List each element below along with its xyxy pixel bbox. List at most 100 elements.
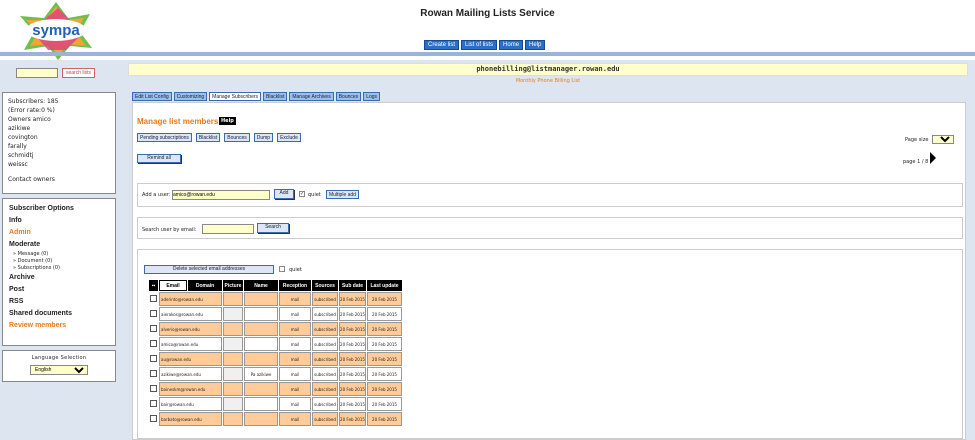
menu-archive[interactable]: Archive	[9, 272, 109, 284]
column-sub-date[interactable]: Sub date	[339, 280, 366, 291]
multiple-add-button[interactable]: Multiple add	[326, 190, 359, 199]
page-size-control: Page size 25	[905, 135, 955, 144]
moderate-message[interactable]: » Message (0)	[9, 251, 109, 258]
search-user-input[interactable]	[202, 224, 254, 234]
row-checkbox[interactable]	[150, 295, 157, 302]
help-badge[interactable]: Help	[219, 117, 236, 125]
row-checkbox[interactable]	[150, 400, 157, 407]
row-email[interactable]: barbato@rowan.edu	[159, 412, 222, 426]
row-checkbox[interactable]	[150, 325, 157, 332]
row-checkbox[interactable]	[150, 370, 157, 377]
row-email[interactable]: aderinto@rowan.edu	[159, 292, 222, 306]
blacklist-button[interactable]: Blacklist	[195, 133, 221, 142]
search-lists-button[interactable]: search lists	[62, 68, 96, 78]
row-email[interactable]: bair@rowan.edu	[159, 397, 222, 411]
row-email[interactable]: aierakos@rowan.edu	[159, 307, 222, 321]
tab-logs[interactable]: Logs	[363, 92, 381, 101]
menu-admin[interactable]: Admin	[9, 227, 109, 239]
header: sympa Rowan Mailing Lists Service Create…	[0, 0, 975, 60]
row-name	[244, 307, 278, 321]
menu-shared-documents[interactable]: Shared documents	[9, 308, 109, 320]
row-last-update: 20 Feb 2015	[367, 352, 402, 366]
column-name[interactable]: Name	[244, 280, 278, 291]
table-row: bair@rowan.edu mail subscribed 20 Feb 2015 2…	[149, 397, 402, 411]
tab-manage-archives[interactable]: Manage Archives	[289, 92, 334, 101]
search-lists-input[interactable]	[16, 68, 58, 78]
row-checkbox[interactable]	[150, 385, 157, 392]
column-domain[interactable]: Domain	[188, 280, 222, 291]
row-email[interactable]: baineskm@rowan.edu	[159, 382, 222, 396]
table-row: aderinto@rowan.edu mail subscribed 20 Feb 2…	[149, 292, 402, 306]
column-last-update[interactable]: Last update	[367, 280, 402, 291]
list-of-lists-button[interactable]: List of lists	[461, 40, 498, 50]
home-button[interactable]: Home	[499, 40, 524, 50]
create-list-button[interactable]: Create list	[424, 40, 460, 50]
row-email[interactable]: alverio@rowan.edu	[159, 322, 222, 336]
row-checkbox[interactable]	[150, 310, 157, 317]
tab-edit-list-config[interactable]: Edit List Config	[132, 92, 172, 101]
add-user-button[interactable]: Add	[274, 189, 294, 199]
select-all-header[interactable]: ▪▪	[149, 280, 158, 291]
pagination: page 1 / 8	[903, 152, 937, 165]
row-reception: mail	[279, 397, 311, 411]
pending-subscriptions-button[interactable]: Pending subscriptions	[137, 133, 192, 142]
exclude-button[interactable]: Exclude	[277, 133, 301, 142]
tab-blacklist[interactable]: Blacklist	[263, 92, 288, 101]
row-last-update: 20 Feb 2015	[367, 337, 402, 351]
delete-selected-button[interactable]: Delete selected email addresses	[144, 265, 274, 274]
next-page-icon[interactable]	[930, 152, 937, 164]
table-row: azikiwe@rowan.edu Pa azikiwe mail subscribe…	[149, 367, 402, 381]
row-email[interactable]: azikiwe@rowan.edu	[159, 367, 222, 381]
add-user-input[interactable]	[172, 190, 270, 200]
row-last-update: 20 Feb 2015	[367, 382, 402, 396]
row-reception: mail	[279, 352, 311, 366]
language-select[interactable]: English	[30, 365, 88, 375]
row-picture	[223, 397, 243, 411]
moderate-document[interactable]: » Document (0)	[9, 258, 109, 265]
menu-post[interactable]: Post	[9, 284, 109, 296]
contact-owners-link[interactable]: Contact owners	[8, 175, 110, 184]
owner-item: schmidtj	[8, 152, 34, 159]
tab-customizing[interactable]: Customizing	[173, 92, 208, 101]
search-user-button[interactable]: Search	[257, 223, 289, 233]
help-button[interactable]: Help	[525, 40, 546, 50]
row-select-cell	[149, 352, 158, 366]
bounces-button[interactable]: Bounces	[224, 133, 250, 142]
quiet-checkbox[interactable]: ✓	[299, 191, 305, 197]
row-picture	[223, 337, 243, 351]
row-sub-date: 20 Feb 2015	[339, 397, 366, 411]
row-checkbox[interactable]	[150, 415, 157, 422]
column-email[interactable]: Email	[159, 280, 187, 291]
table-row: alverio@rowan.edu mail subscribed 20 Feb 20…	[149, 322, 402, 336]
column-sources[interactable]: Sources	[312, 280, 338, 291]
row-sub-date: 20 Feb 2015	[339, 367, 366, 381]
row-sources: subscribed	[312, 382, 338, 396]
remind-all-button[interactable]: Remind all	[137, 154, 181, 163]
tab-manage-subscribers[interactable]: Manage Subscribers	[209, 92, 262, 101]
menu-moderate[interactable]: Moderate	[9, 239, 109, 251]
row-reception: mail	[279, 337, 311, 351]
row-email[interactable]: amico@rowan.edu	[159, 337, 222, 351]
row-checkbox[interactable]	[150, 340, 157, 347]
menu-subscriber-options[interactable]: Subscriber Options	[9, 203, 109, 215]
delete-quiet-checkbox[interactable]	[279, 266, 285, 272]
row-reception: mail	[279, 382, 311, 396]
subscribers-table-box: Delete selected email addresses quiet ▪▪…	[137, 249, 963, 439]
subscriber-count: Subscribers: 185	[8, 98, 59, 105]
menu-rss[interactable]: RSS	[9, 296, 109, 308]
owners-label: Owners amico	[8, 116, 51, 123]
row-name	[244, 322, 278, 336]
menu-review-members[interactable]: Review members	[9, 320, 109, 332]
column-picture: Picture	[223, 280, 243, 291]
row-checkbox[interactable]	[150, 355, 157, 362]
moderate-subscriptions[interactable]: » Subscriptions (0)	[9, 265, 109, 272]
dump-button[interactable]: Dump	[253, 133, 274, 142]
menu-info[interactable]: Info	[9, 215, 109, 227]
column-reception[interactable]: Reception	[279, 280, 311, 291]
tab-bounces[interactable]: Bounces	[335, 92, 362, 101]
sidebar: search lists Subscribers: 185 (Error rat…	[0, 60, 122, 440]
row-select-cell	[149, 382, 158, 396]
row-sources: subscribed	[312, 337, 338, 351]
row-email[interactable]: au@rowan.edu	[159, 352, 222, 366]
page-size-select[interactable]: 25	[932, 135, 955, 144]
